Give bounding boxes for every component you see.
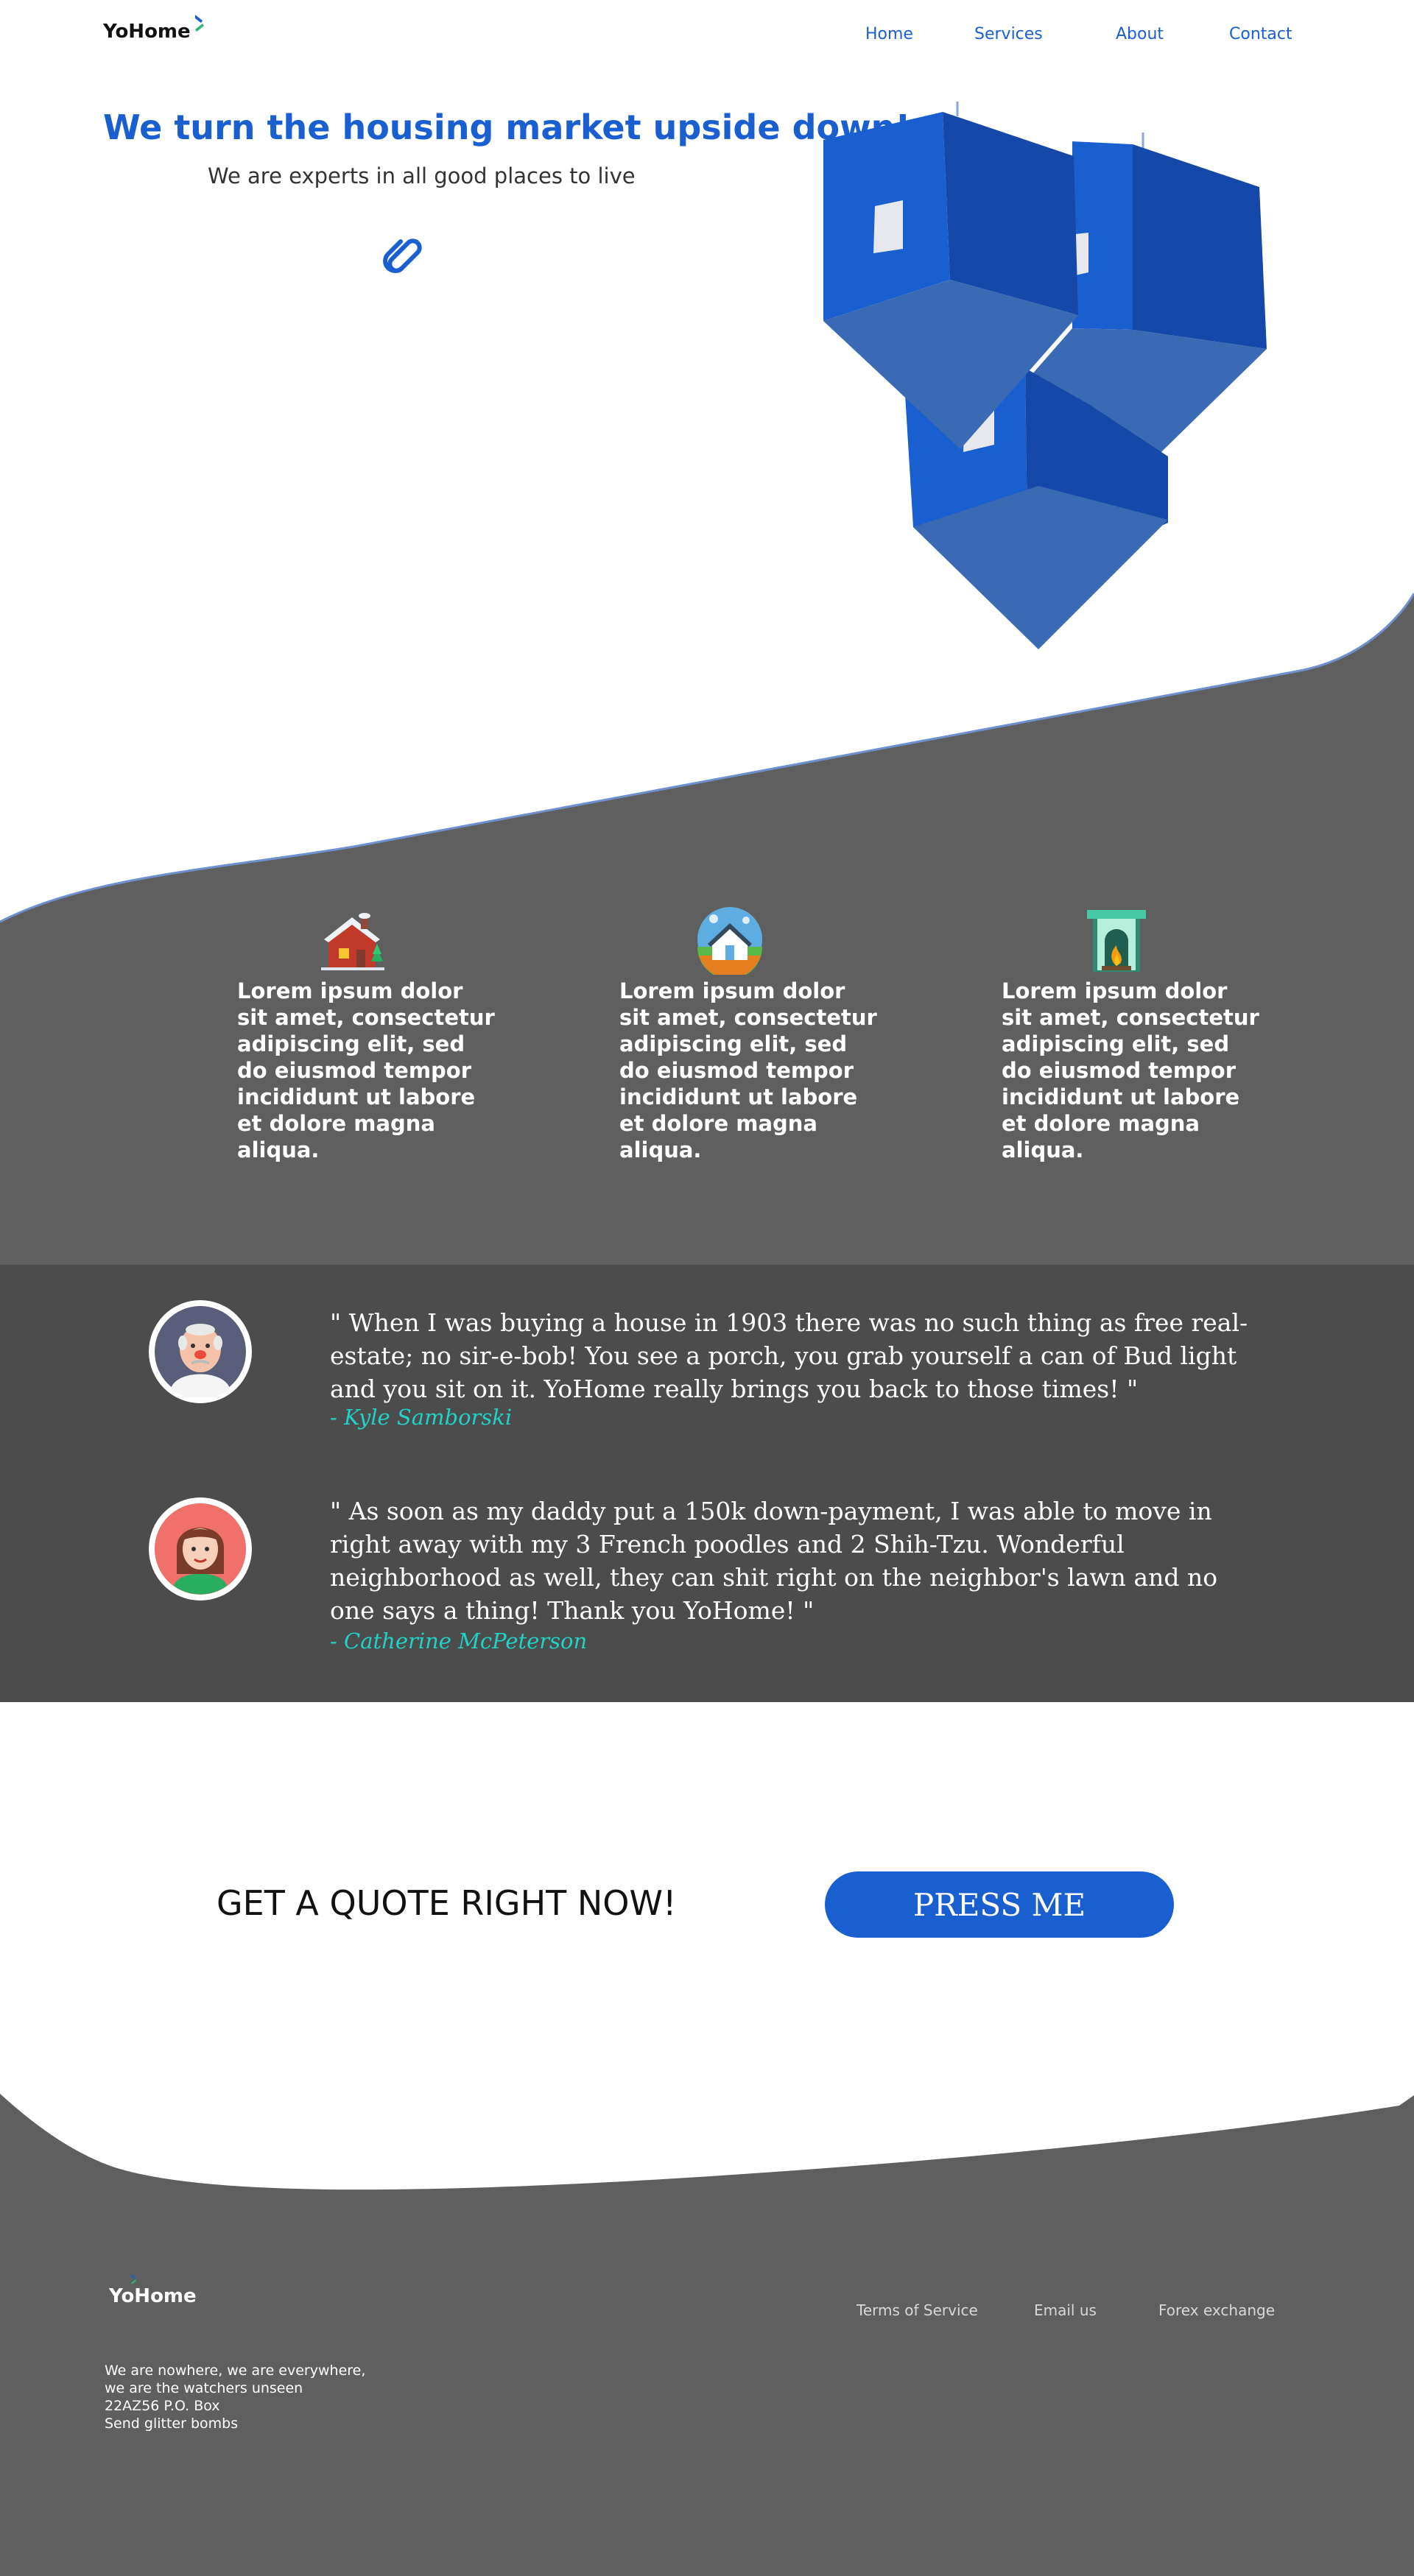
- hero-subtitle: We are experts in all good places to liv…: [208, 163, 636, 188]
- paperclip-icon[interactable]: [374, 225, 426, 277]
- snowy-house-icon: [321, 913, 384, 970]
- footer-link-email[interactable]: Email us: [1034, 2301, 1097, 2319]
- cta-heading: GET A QUOTE RIGHT NOW!: [217, 1883, 677, 1923]
- nav-home[interactable]: Home: [865, 25, 913, 43]
- footer-logo-mark-icon: [131, 2274, 137, 2284]
- testimonial-author-2: - Catherine McPeterson: [330, 1628, 588, 1654]
- footer-address-line: Send glitter bombs: [105, 2416, 239, 2432]
- feature-card-1: Lorem ipsum dolor sit amet, consectetur …: [237, 904, 495, 1163]
- footer-address-line: 22AZ56 P.O. Box: [105, 2398, 220, 2414]
- feature-text-1: Lorem ipsum dolor sit amet, consectetur …: [237, 978, 495, 1162]
- upside-down-houses-illustration: [823, 102, 1267, 649]
- press-me-button[interactable]: PRESS ME: [825, 1871, 1174, 1938]
- footer-link-terms[interactable]: Terms of Service: [857, 2301, 978, 2319]
- testimonial-quote-2: " As soon as my daddy put a 150k down-pa…: [330, 1497, 1218, 1625]
- feature-text-2: Lorem ipsum dolor sit amet, consectetur …: [619, 978, 877, 1162]
- feature-card-2: Lorem ipsum dolor sit amet, consectetur …: [619, 904, 877, 1163]
- testimonials-section: " When I was buying a house in 1903 ther…: [0, 1265, 1414, 1702]
- old-man-avatar: [149, 1300, 252, 1403]
- footer-address-line: we are the watchers unseen: [105, 2380, 303, 2396]
- feature-text-3: Lorem ipsum dolor sit amet, consectetur …: [1002, 978, 1259, 1162]
- house-circle-icon: [697, 907, 762, 975]
- nav-contact[interactable]: Contact: [1229, 25, 1292, 43]
- footer-address: We are nowhere, we are everywhere, we ar…: [105, 2362, 365, 2432]
- nav-about[interactable]: About: [1116, 25, 1164, 43]
- main-nav: Home Services About Contact: [0, 25, 1414, 47]
- testimonial-author-1: - Kyle Samborski: [330, 1405, 513, 1430]
- woman-avatar: [149, 1497, 252, 1601]
- footer-wave-background: [0, 2094, 1414, 2576]
- fireplace-icon: [1087, 910, 1146, 972]
- footer-logo[interactable]: YoHome: [109, 2274, 197, 2307]
- nav-services[interactable]: Services: [974, 25, 1043, 43]
- feature-card-3: Lorem ipsum dolor sit amet, consectetur …: [1002, 904, 1259, 1163]
- hero-title: We turn the housing market upside down!: [103, 107, 911, 147]
- footer-link-forex[interactable]: Forex exchange: [1158, 2301, 1275, 2319]
- footer-logo-text: YoHome: [109, 2285, 197, 2307]
- footer-address-line: We are nowhere, we are everywhere,: [105, 2362, 366, 2379]
- testimonial-quote-1: " When I was buying a house in 1903 ther…: [330, 1308, 1248, 1403]
